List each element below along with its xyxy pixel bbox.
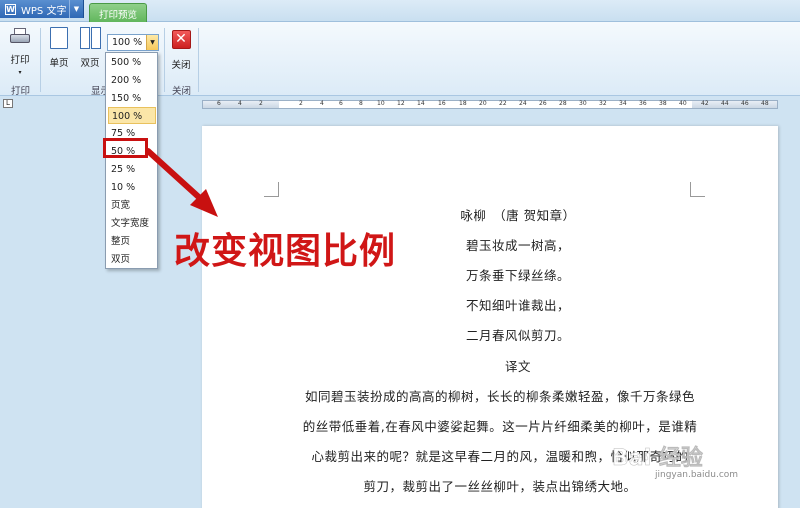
ruler-tick: 22 <box>499 100 507 107</box>
horizontal-ruler[interactable]: 6 4 2 2 4 6 8 10 12 14 16 18 20 22 24 26… <box>202 100 778 109</box>
wps-logo-icon: W <box>5 3 16 15</box>
zoom-select[interactable]: 100 % ▼ <box>107 34 159 51</box>
zoom-option-200[interactable]: 200 % <box>108 72 156 89</box>
single-page-label: 单页 <box>49 58 69 69</box>
ruler-tick: 6 <box>339 100 343 107</box>
close-button-label: 关闭 <box>171 60 191 71</box>
ruler-tick: 18 <box>459 100 467 107</box>
ruler-tick: 24 <box>519 100 527 107</box>
group-label-close: 关闭 <box>172 86 192 97</box>
single-page-icon <box>50 27 68 49</box>
watermark-logo: Bai 经验 <box>612 446 703 472</box>
annotation-arrow <box>145 148 218 217</box>
double-page-label: 双页 <box>80 58 100 69</box>
ruler-tick: 6 <box>217 100 221 107</box>
ruler-tick: 26 <box>539 100 547 107</box>
tab-stop-selector-icon[interactable]: L <box>3 99 13 108</box>
poem-line: 二月春风似剪刀。 <box>465 328 570 343</box>
print-button[interactable]: 打印 ▾ <box>8 22 32 76</box>
poem-line: 不知细叶谁裁出， <box>465 298 570 313</box>
ruler-tick: 4 <box>238 100 242 107</box>
app-menu-button[interactable]: W WPS 文字 ▼ <box>0 0 84 18</box>
ruler-tick: 46 <box>741 100 749 107</box>
ruler-tick: 14 <box>417 100 425 107</box>
ruler-tick: 12 <box>397 100 405 107</box>
zoom-option-whole-page[interactable]: 整页 <box>108 233 156 250</box>
ruler-tick: 2 <box>299 100 303 107</box>
zoom-option-500[interactable]: 500 % <box>108 54 156 71</box>
annotation-text: 改变视图比例 <box>174 231 397 272</box>
ruler-tick: 34 <box>619 100 627 107</box>
double-page-button[interactable]: 双页 <box>79 22 101 69</box>
printer-icon <box>9 28 31 46</box>
group-divider <box>198 28 199 92</box>
ruler-tick: 42 <box>701 100 709 107</box>
ruler-tick: 8 <box>359 100 363 107</box>
ruler-tick: 48 <box>761 100 769 107</box>
ruler-tick: 16 <box>438 100 446 107</box>
watermark-url: jingyan.baidu.com <box>655 470 739 480</box>
ruler-tick: 28 <box>559 100 567 107</box>
ruler-tick: 30 <box>579 100 587 107</box>
group-divider <box>40 28 41 92</box>
ruler-tick: 40 <box>679 100 687 107</box>
close-preview-button[interactable]: ✕ 关闭 <box>170 22 192 71</box>
translation-line: 如同碧玉装扮成的高高的柳树，长长的柳条柔嫩轻盈，像千万条绿色 <box>304 389 695 404</box>
page-corner-mark <box>264 182 279 197</box>
app-name: WPS 文字 <box>21 5 67 17</box>
zoom-option-150[interactable]: 150 % <box>108 90 156 107</box>
print-button-label: 打印 <box>10 55 30 66</box>
zoom-select-value: 100 % <box>112 37 143 48</box>
single-page-button[interactable]: 单页 <box>48 22 70 69</box>
translation-line: 的丝带低垂着,在春风中婆娑起舞。这一片片纤细柔美的柳叶，是谁精 <box>302 419 698 434</box>
page-corner-mark <box>690 182 705 197</box>
ruler-tick: 44 <box>721 100 729 107</box>
group-divider <box>164 28 165 92</box>
zoom-option-100[interactable]: 100 % <box>108 107 156 124</box>
chevron-down-icon: ▾ <box>18 69 22 76</box>
translation-heading: 译文 <box>504 359 531 374</box>
double-page-icon <box>79 27 101 49</box>
zoom-option-two-pages[interactable]: 双页 <box>108 251 156 268</box>
chevron-down-icon[interactable]: ▼ <box>146 35 158 50</box>
ruler-tick: 32 <box>599 100 607 107</box>
ruler-tick: 20 <box>479 100 487 107</box>
ruler-tick: 10 <box>377 100 385 107</box>
title-bar: W WPS 文字 ▼ 打印预览 <box>0 0 800 23</box>
ruler-tick: 36 <box>639 100 647 107</box>
chevron-down-icon[interactable]: ▼ <box>69 0 83 18</box>
ruler-tick: 2 <box>259 100 263 107</box>
ruler-tick: 38 <box>659 100 667 107</box>
tab-print-preview[interactable]: 打印预览 <box>89 3 147 23</box>
group-label-print: 打印 <box>11 86 31 97</box>
ruler-tick: 4 <box>320 100 324 107</box>
close-icon: ✕ <box>171 30 191 49</box>
